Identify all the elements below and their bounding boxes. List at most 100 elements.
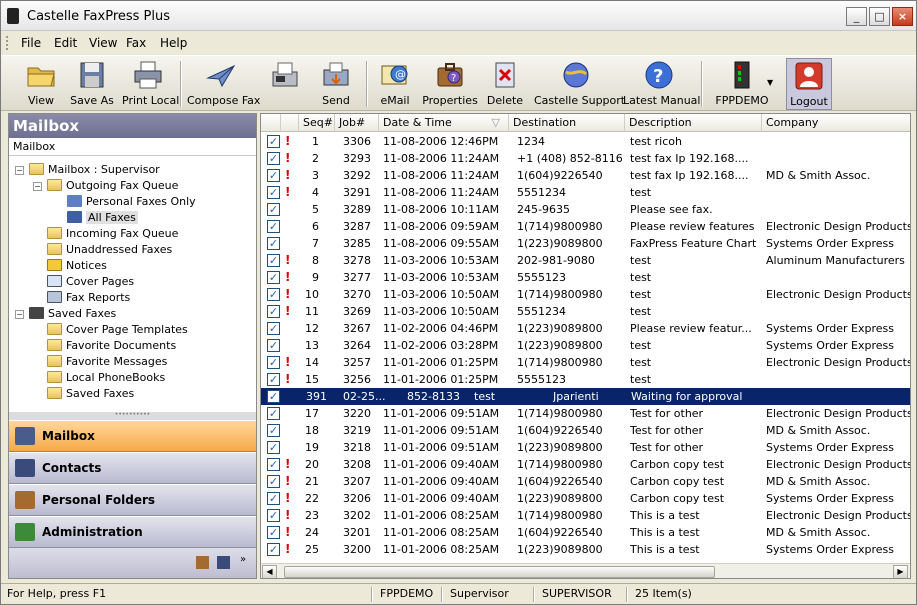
menu-file[interactable]: File [21, 36, 41, 50]
tree-item-cover-pages[interactable]: Cover Pages [47, 274, 134, 290]
row-checkbox[interactable]: ✓ [267, 407, 280, 420]
table-row[interactable]: ✓! 11 3269 11-03-2006 10:50AM 5551234 test [261, 303, 910, 320]
castelle-support-button[interactable]: Castelle Support [534, 58, 625, 110]
collapse-toggle[interactable]: − [15, 166, 24, 175]
row-checkbox[interactable]: ✓ [267, 152, 280, 165]
table-row[interactable]: ✓! 4 3291 11-08-2006 11:24AM 5551234 test [261, 184, 910, 201]
col-description[interactable]: Description [625, 114, 762, 132]
maximize-button[interactable]: □ [869, 7, 890, 26]
logout-button[interactable]: Logout [786, 58, 832, 110]
table-row[interactable]: ✓! 15 3256 11-01-2006 01:25PM 5555123 test [261, 371, 910, 388]
tree-item-all-faxes[interactable]: All Faxes [67, 210, 138, 226]
table-row[interactable]: ✓ 391 02-25... 852-8133 test Jparienti Waiting… [261, 388, 910, 405]
chevron-down-icon[interactable]: ▼ [767, 78, 773, 87]
col-company[interactable]: Company [762, 114, 910, 132]
panel-splitter[interactable]: •••••••••• [9, 412, 256, 420]
menu-edit[interactable]: Edit [54, 36, 77, 50]
row-checkbox[interactable]: ✓ [267, 509, 280, 522]
menu-view[interactable]: View [89, 36, 117, 50]
latest-manual-button[interactable]: ? Latest Manual [623, 58, 700, 110]
table-row[interactable]: ✓! 24 3201 11-01-2006 08:25AM 1(604)9226540 T… [261, 524, 910, 541]
table-row[interactable]: ✓! 10 3270 11-03-2006 10:50AM 1(714)9800980 t… [261, 286, 910, 303]
scroll-left-icon[interactable]: ◀ [262, 565, 277, 578]
tree-item-fax-reports[interactable]: Fax Reports [47, 290, 130, 306]
table-row[interactable]: ✓! 21 3207 11-01-2006 09:40AM 1(604)9226540 C… [261, 473, 910, 490]
table-row[interactable]: ✓ 7 3285 11-08-2006 09:55AM 1(223)9089800 Fax… [261, 235, 910, 252]
row-checkbox[interactable]: ✓ [267, 441, 280, 454]
scroll-thumb[interactable] [284, 566, 715, 578]
table-row[interactable]: ✓! 22 3206 11-01-2006 09:40AM 1(223)9089800 C… [261, 490, 910, 507]
table-row[interactable]: ✓ 18 3219 11-01-2006 09:51AM 1(604)9226540 Te… [261, 422, 910, 439]
row-checkbox[interactable]: ✓ [267, 339, 280, 352]
save-as-button[interactable]: Save As [69, 58, 115, 110]
table-row[interactable]: ✓ 13 3264 11-02-2006 03:28PM 1(223)9089800 te… [261, 337, 910, 354]
col-flag[interactable] [281, 114, 299, 132]
table-row[interactable]: ✓! 9 3277 11-03-2006 10:53AM 5555123 test [261, 269, 910, 286]
tree-item-personal-faxes[interactable]: Personal Faxes Only [67, 194, 196, 210]
table-row[interactable]: ✓! 14 3257 11-01-2006 01:25PM 1(714)9800980 t… [261, 354, 910, 371]
tree-item-favorite-documents[interactable]: Favorite Documents [47, 338, 176, 354]
admin-small-icon[interactable] [217, 556, 230, 569]
row-checkbox[interactable]: ✓ [267, 203, 280, 216]
tree-item-saved-faxes[interactable]: Saved Faxes [29, 306, 116, 322]
menu-help[interactable]: Help [160, 36, 187, 50]
table-row[interactable]: ✓! 25 3200 11-01-2006 08:25AM 1(223)9089800 T… [261, 541, 910, 558]
tree-item-local-phonebooks[interactable]: Local PhoneBooks [47, 370, 165, 386]
tree-item-outgoing[interactable]: Outgoing Fax Queue [47, 178, 178, 194]
close-button[interactable]: × [892, 7, 913, 26]
row-checkbox[interactable]: ✓ [267, 237, 280, 250]
scroll-right-icon[interactable]: ▶ [893, 565, 908, 578]
print-local-button[interactable]: Print Local [122, 58, 179, 110]
row-checkbox[interactable]: ✓ [267, 271, 280, 284]
row-checkbox[interactable]: ✓ [267, 475, 280, 488]
row-checkbox[interactable]: ✓ [267, 220, 280, 233]
row-checkbox[interactable]: ✓ [267, 526, 280, 539]
tree-item-incoming[interactable]: Incoming Fax Queue [47, 226, 178, 242]
server-button[interactable]: FPPDEMO [710, 58, 774, 110]
tree-item-favorite-messages[interactable]: Favorite Messages [47, 354, 167, 370]
col-job[interactable]: Job# [335, 114, 379, 132]
table-row[interactable]: ✓! 3 3292 11-08-2006 11:24AM 1(604)9226540 te… [261, 167, 910, 184]
row-checkbox[interactable]: ✓ [267, 390, 280, 403]
menu-fax[interactable]: Fax [126, 36, 146, 50]
chevron-expand-icon[interactable]: » [240, 554, 246, 565]
tree-item-mailbox[interactable]: Mailbox : Supervisor [29, 162, 160, 178]
table-row[interactable]: ✓ 5 3289 11-08-2006 10:11AM 245-9635 Please s… [261, 201, 910, 218]
minimize-button[interactable]: _ [846, 7, 867, 26]
collapse-toggle[interactable]: − [33, 182, 42, 191]
row-checkbox[interactable]: ✓ [267, 169, 280, 182]
row-checkbox[interactable]: ✓ [267, 543, 280, 556]
table-row[interactable]: ✓ 12 3267 11-02-2006 04:46PM 1(223)9089800 Pl… [261, 320, 910, 337]
table-row[interactable]: ✓! 8 3278 11-03-2006 10:53AM 202-981-9080 tes… [261, 252, 910, 269]
nav-contacts[interactable]: Contacts [9, 452, 256, 484]
tree-item-unaddressed[interactable]: Unaddressed Faxes [47, 242, 172, 258]
row-checkbox[interactable]: ✓ [267, 458, 280, 471]
row-checkbox[interactable]: ✓ [267, 373, 280, 386]
tree-item-notices[interactable]: Notices [47, 258, 107, 274]
nav-mailbox[interactable]: Mailbox [9, 420, 256, 452]
row-checkbox[interactable]: ✓ [267, 288, 280, 301]
row-checkbox[interactable]: ✓ [267, 305, 280, 318]
view-button[interactable]: View [21, 58, 61, 110]
table-row[interactable]: ✓! 1 3306 11-08-2006 12:46PM 1234 test ricoh [261, 133, 910, 150]
send-button[interactable]: Send [316, 58, 356, 110]
delete-button[interactable]: Delete [486, 58, 524, 110]
fax-machine-button[interactable] [265, 58, 305, 110]
table-row[interactable]: ✓! 2 3293 11-08-2006 11:24AM +1 (408) 852-81… [261, 150, 910, 167]
table-row[interactable]: ✓! 20 3208 11-01-2006 09:40AM 1(714)9800980 C… [261, 456, 910, 473]
row-checkbox[interactable]: ✓ [267, 322, 280, 335]
col-destination[interactable]: Destination [509, 114, 625, 132]
tree-item-saved-faxes-folder[interactable]: Saved Faxes [47, 386, 134, 402]
table-row[interactable]: ✓! 23 3202 11-01-2006 08:25AM 1(714)9800980 T… [261, 507, 910, 524]
folders-small-icon[interactable] [196, 556, 209, 569]
horizontal-scrollbar[interactable]: ◀ ▶ [261, 563, 910, 578]
row-checkbox[interactable]: ✓ [267, 254, 280, 267]
row-checkbox[interactable]: ✓ [267, 356, 280, 369]
col-check[interactable] [261, 114, 281, 132]
row-checkbox[interactable]: ✓ [267, 424, 280, 437]
properties-button[interactable]: ? Properties [422, 58, 478, 110]
table-row[interactable]: ✓ 6 3287 11-08-2006 09:59AM 1(714)9800980 Ple… [261, 218, 910, 235]
row-checkbox[interactable]: ✓ [267, 135, 280, 148]
col-seq[interactable]: Seq# [299, 114, 335, 132]
table-row[interactable]: ✓ 17 3220 11-01-2006 09:51AM 1(714)9800980 Te… [261, 405, 910, 422]
